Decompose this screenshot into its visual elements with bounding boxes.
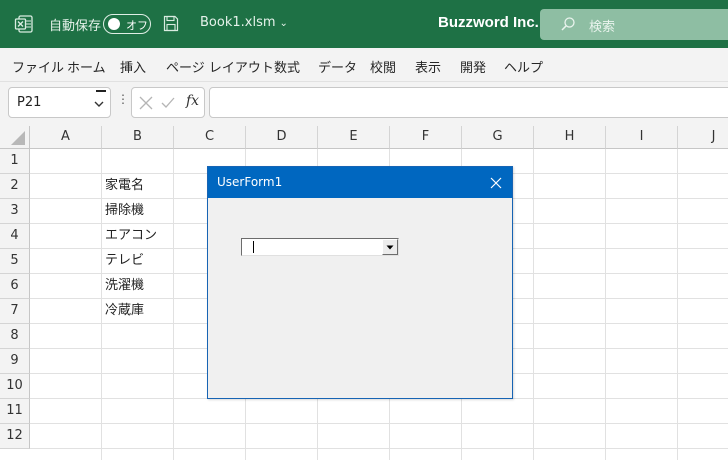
cell-b3[interactable]: 掃除機 xyxy=(102,199,144,224)
row-header[interactable]: 6 xyxy=(0,274,30,299)
tab-home[interactable]: ホーム xyxy=(67,57,106,76)
gridline xyxy=(677,149,678,460)
gridline xyxy=(173,149,174,460)
cell-b2[interactable]: 家電名 xyxy=(102,174,144,199)
tab-view[interactable]: 表示 xyxy=(415,57,441,76)
name-box[interactable]: P21 xyxy=(8,87,111,118)
cell-b6[interactable]: 洗濯機 xyxy=(102,274,144,299)
company-name: Buzzword Inc. xyxy=(438,14,539,31)
dropdown-arrow-button[interactable] xyxy=(382,239,398,255)
row-header[interactable]: 10 xyxy=(0,374,30,399)
column-header-a[interactable]: A xyxy=(30,126,102,149)
save-icon[interactable] xyxy=(163,15,179,32)
column-header-f[interactable]: F xyxy=(390,126,462,149)
tab-page-layout[interactable]: ページ レイアウト xyxy=(166,57,274,76)
column-header-j[interactable]: J xyxy=(678,126,728,149)
row-header[interactable]: 11 xyxy=(0,399,30,424)
close-icon[interactable] xyxy=(486,173,506,193)
cancel-icon[interactable] xyxy=(138,95,154,111)
cell-b4[interactable]: エアコン xyxy=(102,224,157,249)
column-header-h[interactable]: H xyxy=(534,126,606,149)
row-header[interactable]: 1 xyxy=(0,149,30,174)
formula-buttons: fx xyxy=(131,87,205,118)
chevron-down-icon[interactable] xyxy=(94,98,104,108)
tab-review[interactable]: 校閲 xyxy=(370,57,396,76)
row-header[interactable]: 3 xyxy=(0,199,30,224)
autosave-label: 自動保存 xyxy=(49,19,102,34)
gridline xyxy=(30,448,728,449)
select-all-button[interactable] xyxy=(0,126,30,149)
row-header[interactable]: 7 xyxy=(0,299,30,324)
column-header-b[interactable]: B xyxy=(102,126,174,149)
userform-title: UserForm1 xyxy=(217,175,283,189)
insert-function-button[interactable]: fx xyxy=(186,93,199,109)
search-box[interactable]: 検索 xyxy=(540,9,728,40)
toggle-knob xyxy=(108,18,120,30)
row-header[interactable]: 12 xyxy=(0,424,30,449)
userform-dialog: UserForm1 xyxy=(207,166,513,399)
file-name: Book1.xlsm xyxy=(200,15,276,30)
formula-input[interactable] xyxy=(209,87,728,118)
tab-help[interactable]: ヘルプ xyxy=(504,57,543,76)
enter-check-icon[interactable] xyxy=(160,95,176,111)
file-name-dropdown[interactable]: Book1.xlsm ⌄ xyxy=(200,15,288,30)
column-header-g[interactable]: G xyxy=(462,126,534,149)
column-header-c[interactable]: C xyxy=(174,126,246,149)
title-bar: 自動保存 オフ Book1.xlsm ⌄ Buzzword Inc. 検索 xyxy=(0,0,728,48)
name-box-marker xyxy=(96,90,106,92)
chevron-down-icon: ⌄ xyxy=(279,18,288,29)
gridline xyxy=(605,149,606,460)
name-box-value: P21 xyxy=(17,95,42,110)
autosave-state: オフ xyxy=(126,19,148,32)
formula-bar: P21 ⋮ fx xyxy=(0,82,728,126)
row-header[interactable]: 5 xyxy=(0,249,30,274)
row-header[interactable]: 4 xyxy=(0,224,30,249)
column-header-e[interactable]: E xyxy=(318,126,390,149)
more-options-icon[interactable]: ⋮ xyxy=(117,92,129,106)
tab-formulas[interactable]: 数式 xyxy=(274,57,300,76)
text-caret xyxy=(253,241,254,253)
column-header-i[interactable]: I xyxy=(606,126,678,149)
gridline xyxy=(30,423,728,424)
column-header-d[interactable]: D xyxy=(246,126,318,149)
tab-insert[interactable]: 挿入 xyxy=(120,57,146,76)
gridline xyxy=(533,149,534,460)
search-placeholder: 検索 xyxy=(589,20,616,35)
autosave-toggle[interactable]: オフ xyxy=(103,14,151,34)
tab-file[interactable]: ファイル xyxy=(12,57,64,76)
userform-title-bar[interactable]: UserForm1 xyxy=(208,167,512,198)
row-header[interactable]: 9 xyxy=(0,349,30,374)
search-icon xyxy=(560,16,576,32)
combobox[interactable] xyxy=(241,238,399,256)
tab-data[interactable]: データ xyxy=(318,57,357,76)
row-header[interactable]: 2 xyxy=(0,174,30,199)
row-header[interactable]: 8 xyxy=(0,324,30,349)
ribbon-tabs: ファイル ホーム 挿入 ページ レイアウト 数式 データ 校閲 表示 開発 ヘル… xyxy=(0,48,728,82)
cell-b7[interactable]: 冷蔵庫 xyxy=(102,299,144,324)
excel-app-icon[interactable] xyxy=(14,14,34,34)
tab-developer[interactable]: 開発 xyxy=(460,57,486,76)
cell-b5[interactable]: テレビ xyxy=(102,249,144,274)
